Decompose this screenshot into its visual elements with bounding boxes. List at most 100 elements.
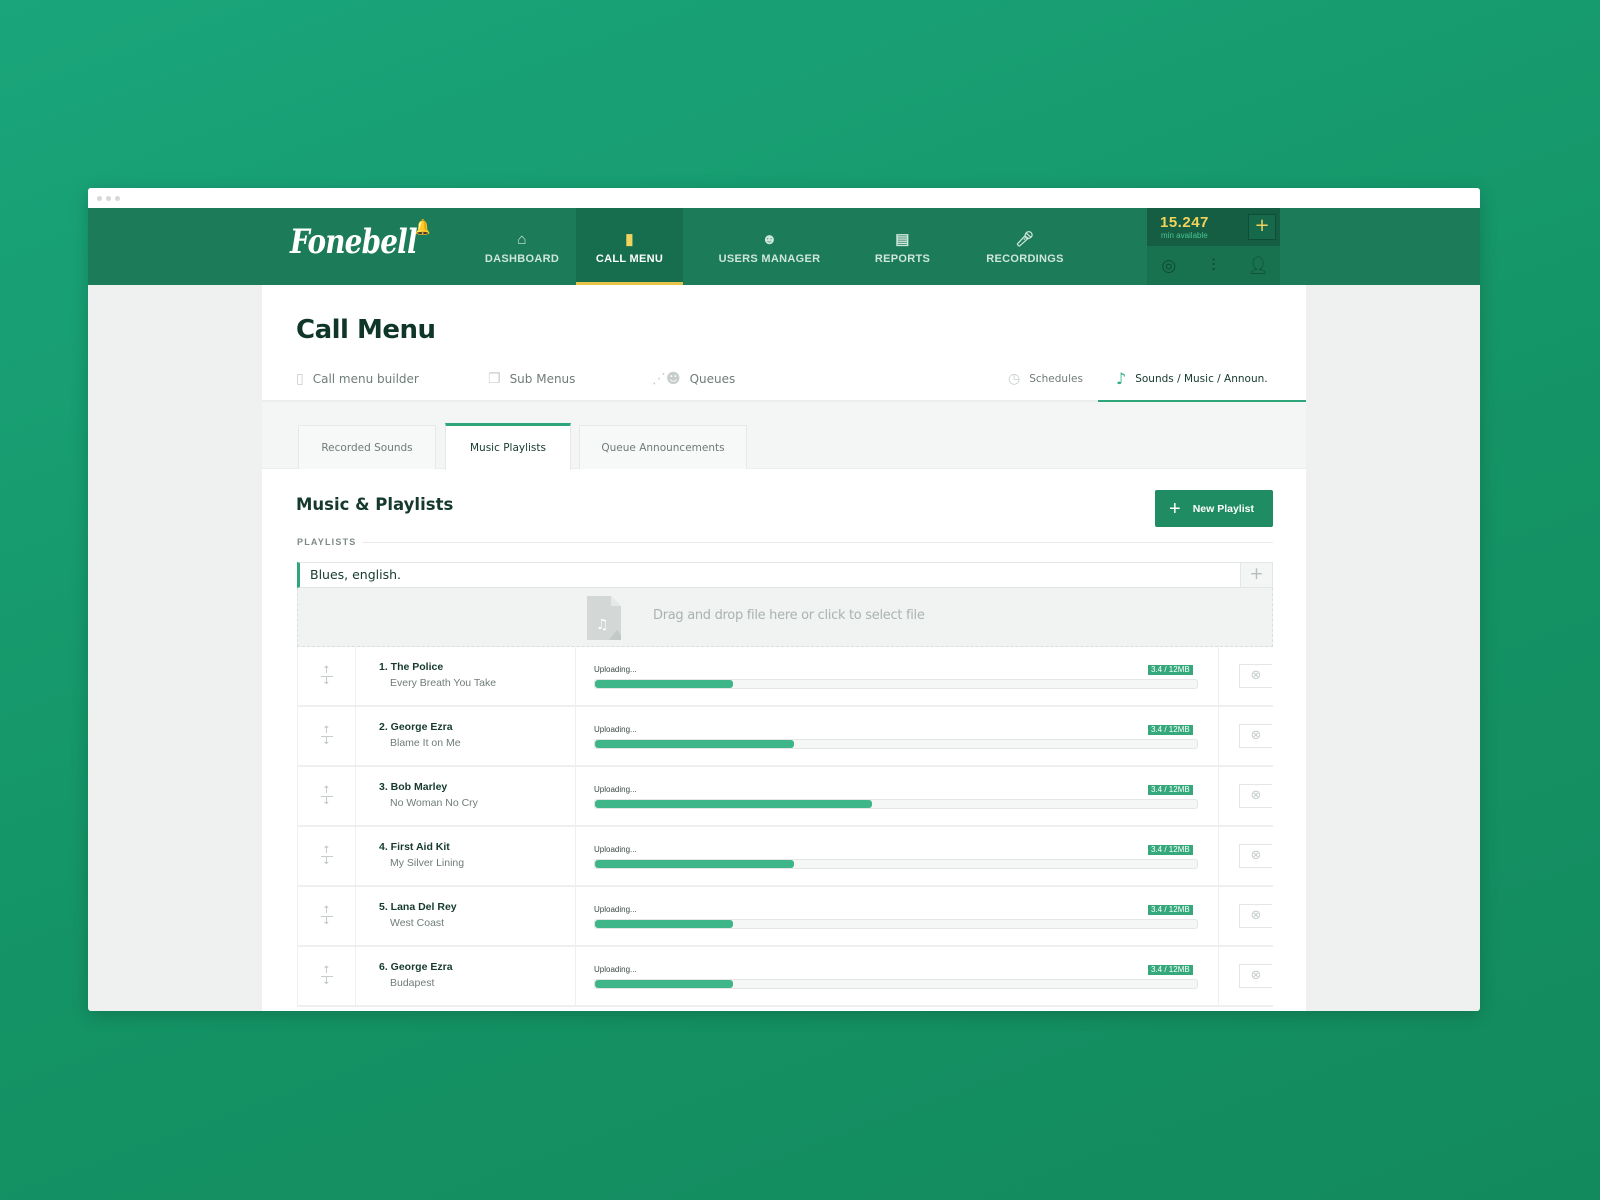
minutes-label: min available	[1161, 231, 1208, 240]
track-row: ↑ ↓ 3. Bob Marley No Woman No Cry Upload…	[297, 767, 1273, 827]
reorder-handle[interactable]: ↑ ↓	[298, 947, 356, 1005]
subnav-label: Schedules	[1029, 372, 1083, 385]
track-list: ↑ ↓ 1. The Police Every Breath You Take …	[297, 647, 1273, 1007]
track-song: My Silver Lining	[390, 857, 465, 869]
row-actions: ⊗	[1218, 827, 1274, 885]
track-artist: 5. Lana Del Rey	[379, 901, 457, 913]
window-dot	[97, 195, 102, 201]
nav-dashboard[interactable]: ⌂ DASHBOARD	[468, 208, 576, 285]
users-icon: ☻	[761, 230, 778, 248]
stacked-pages-icon: ❐	[488, 370, 501, 387]
subnav-sounds-music[interactable]: ♪ Sounds / Music / Announ.	[1116, 355, 1268, 402]
reports-tray-icon: ▤	[895, 230, 910, 248]
subnav-schedules[interactable]: ◷ Schedules	[1008, 355, 1083, 402]
arrow-up-icon: ↑	[322, 784, 331, 796]
settings-sliders-icon[interactable]: ⫶	[1191, 246, 1237, 285]
new-playlist-button[interactable]: + New Playlist	[1155, 490, 1273, 527]
cancel-upload-button[interactable]: ⊗	[1239, 964, 1272, 988]
upload-progress-fill	[595, 860, 794, 868]
upload-progress-fill	[595, 680, 734, 688]
content-panel: Call Menu ▯ Call menu builder ❐ Sub Menu…	[262, 285, 1306, 1011]
account-panel: 15.247 min available + ◎ ⫶ 👤︎	[1147, 208, 1281, 285]
upload-status: Uploading...	[594, 845, 637, 854]
arrow-down-icon: ↓	[322, 795, 331, 807]
home-icon: ⌂	[517, 230, 527, 248]
upload-size-badge: 3.4 / 12MB	[1148, 965, 1193, 975]
window-dot	[106, 195, 111, 201]
reorder-handle[interactable]: ↑ ↓	[298, 647, 356, 705]
track-row: ↑ ↓ 4. First Aid Kit My Silver Lining Up…	[297, 827, 1273, 887]
cancel-upload-button[interactable]: ⊗	[1239, 904, 1272, 928]
dropzone-text: Drag and drop file here or click to sele…	[653, 608, 925, 623]
reorder-handle[interactable]: ↑ ↓	[298, 707, 356, 765]
track-artist: 4. First Aid Kit	[379, 841, 450, 853]
nav-recordings[interactable]: 🎤︎ RECORDINGS	[949, 208, 1101, 285]
track-artist: 6. George Ezra	[379, 961, 453, 973]
music-note-icon: ♪	[1116, 369, 1127, 388]
track-row: ↑ ↓ 1. The Police Every Breath You Take …	[297, 647, 1273, 707]
tab-recorded-sounds[interactable]: Recorded Sounds	[298, 425, 436, 469]
user-profile-icon[interactable]: 👤︎	[1236, 246, 1281, 285]
cancel-upload-button[interactable]: ⊗	[1239, 784, 1272, 808]
playlists-group-label: PLAYLISTS	[297, 537, 357, 547]
arrow-down-icon: ↓	[322, 975, 331, 987]
subnav-queues[interactable]: ⋰☻ Queues	[652, 355, 735, 402]
arrow-up-icon: ↑	[322, 724, 331, 736]
track-song: Budapest	[390, 977, 435, 989]
upload-status: Uploading...	[594, 665, 637, 674]
fonebell-logo[interactable]: Fonebell 🔔	[290, 218, 431, 262]
nav-users-manager[interactable]: ☻ USERS MANAGER	[683, 208, 856, 285]
track-row: ↑ ↓ 5. Lana Del Rey West Coast Uploading…	[297, 887, 1273, 947]
tab-music-playlists[interactable]: Music Playlists	[445, 423, 571, 470]
subnav-sub-menus[interactable]: ❐ Sub Menus	[488, 355, 575, 402]
support-lifebuoy-icon[interactable]: ◎	[1147, 246, 1192, 285]
upload-status: Uploading...	[594, 785, 637, 794]
playlist-name-input[interactable]: Blues, english.	[297, 562, 1241, 588]
subnav-label: Sub Menus	[509, 371, 576, 386]
track-info: 6. George Ezra Budapest	[356, 947, 576, 1005]
nav-reports[interactable]: ▤ REPORTS	[856, 208, 949, 285]
cancel-upload-button[interactable]: ⊗	[1239, 724, 1272, 748]
track-song: Every Breath You Take	[390, 677, 497, 689]
file-dropzone[interactable]: ♫ Drag and drop file here or click to se…	[297, 588, 1273, 647]
divider	[362, 542, 1273, 543]
add-minutes-button[interactable]: +	[1248, 214, 1276, 240]
upload-size-badge: 3.4 / 12MB	[1148, 905, 1193, 915]
add-to-playlist-button[interactable]: +	[1241, 562, 1273, 588]
window-chrome	[88, 188, 1480, 208]
reorder-handle[interactable]: ↑ ↓	[298, 827, 356, 885]
page-title: Call Menu	[296, 315, 436, 345]
row-actions: ⊗	[1218, 767, 1274, 825]
window-dot	[115, 195, 120, 201]
tab-queue-announcements[interactable]: Queue Announcements	[579, 425, 747, 469]
cancel-upload-button[interactable]: ⊗	[1239, 844, 1272, 868]
subnav-call-menu-builder[interactable]: ▯ Call menu builder	[296, 355, 419, 402]
microphone-icon: 🎤︎	[1015, 230, 1035, 248]
svg-text:♫: ♫	[596, 617, 609, 633]
subnav-label: Queues	[689, 371, 736, 386]
arrow-up-icon: ↑	[322, 904, 331, 916]
bell-icon: 🔔	[415, 218, 430, 236]
track-song: Blame It on Me	[390, 737, 461, 749]
row-actions: ⊗	[1218, 887, 1274, 945]
nav-label: RECORDINGS	[986, 252, 1064, 265]
upload-progress-bar	[594, 919, 1198, 929]
queue-people-icon: ⋰☻	[652, 370, 681, 387]
arrow-down-icon: ↓	[322, 855, 331, 867]
upload-progress-fill	[595, 920, 734, 928]
nav-label: USERS MANAGER	[718, 252, 821, 265]
arrow-up-icon: ↑	[322, 664, 331, 676]
nav-call-menu[interactable]: ▮ CALL MENU	[576, 208, 683, 285]
arrow-down-icon: ↓	[322, 735, 331, 747]
mobile-phone-icon: ▮	[625, 230, 634, 248]
browser-window: Fonebell 🔔 ⌂ DASHBOARD ▮ CALL MENU ☻ USE…	[88, 188, 1480, 1011]
reorder-handle[interactable]: ↑ ↓	[298, 887, 356, 945]
arrow-up-icon: ↑	[322, 844, 331, 856]
reorder-handle[interactable]: ↑ ↓	[298, 767, 356, 825]
upload-progress-fill	[595, 740, 794, 748]
upload-progress-bar	[594, 679, 1198, 689]
track-info: 2. George Ezra Blame It on Me	[356, 707, 576, 765]
subnav-label: Sounds / Music / Announ.	[1135, 372, 1268, 385]
cancel-upload-button[interactable]: ⊗	[1239, 664, 1272, 688]
upload-size-badge: 3.4 / 12MB	[1148, 845, 1193, 855]
